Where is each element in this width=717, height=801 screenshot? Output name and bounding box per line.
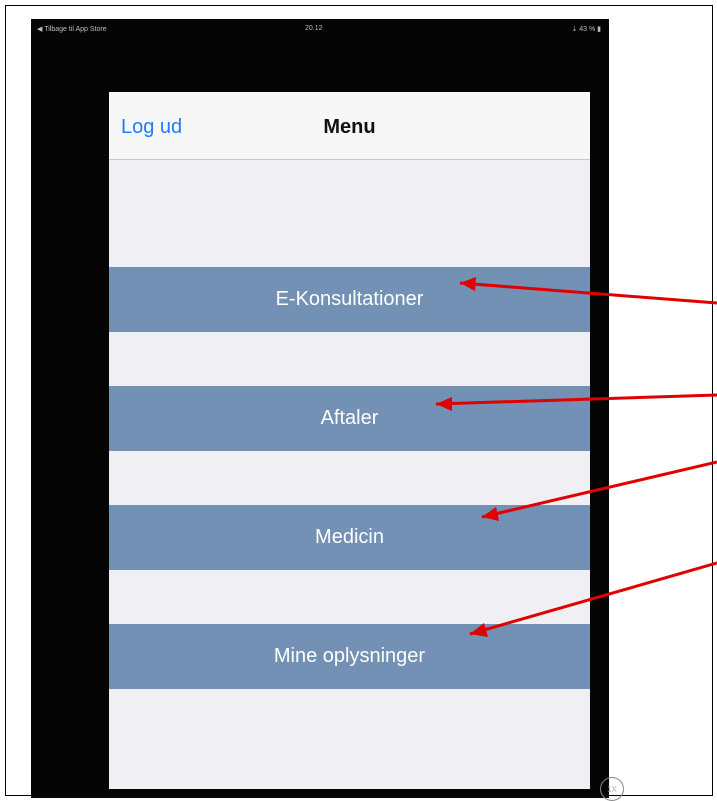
page-title: Menu [323,116,376,138]
zoom-badge[interactable]: 1X [600,777,624,801]
app-screen: Log ud Menu E-Konsultationer Aftaler Med… [109,92,590,789]
menu-button-medicin[interactable]: Medicin [109,505,590,570]
menu-button-label: Medicin [315,526,384,548]
menu-button-label: E-Konsultationer [275,288,424,310]
menu-button-mine-oplysninger[interactable]: Mine oplysninger [109,624,590,689]
status-back-to-app-store[interactable]: ◀ Tilbage til App Store [37,25,107,33]
navigation-bar: Log ud Menu [109,92,590,160]
menu-button-e-konsultationer[interactable]: E-Konsultationer [109,267,590,332]
status-battery: ⇣ 43 % ▮ [571,26,601,33]
tablet-device: ◀ Tilbage til App Store 20.12 ⇣ 43 % ▮ L… [31,19,624,801]
menu-button-label: Mine oplysninger [273,645,426,667]
menu-button-aftaler[interactable]: Aftaler [109,386,590,451]
menu-button-label: Aftaler [320,407,379,429]
status-time: 20.12 [305,25,323,32]
